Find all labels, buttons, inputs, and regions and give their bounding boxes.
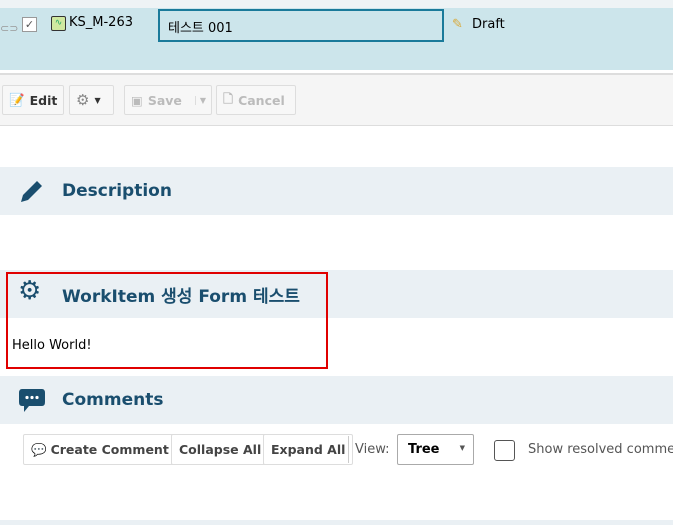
link-icon[interactable]: ⊂⊃ — [0, 22, 18, 35]
show-resolved-label[interactable]: Show resolved comments — [528, 442, 673, 457]
save-label: Save — [147, 92, 182, 108]
settings-menu-button[interactable]: ⚙ ▼ — [69, 85, 114, 115]
select-checkbox[interactable]: ✓ — [22, 17, 37, 32]
bottom-section-edge — [0, 520, 673, 525]
workitem-id[interactable]: KS_M-263 — [69, 15, 133, 30]
edit-label: Edit — [29, 92, 58, 108]
comment-icon — [19, 389, 45, 412]
workitem-type-icon: ∿ — [51, 16, 66, 31]
workitem-header-row: ⊂⊃ ✓ ∿ KS_M-263 테스트 001 ✎ Draft — [0, 8, 673, 70]
expand-all-label: Expand All — [271, 442, 346, 457]
description-section-header[interactable]: Description — [0, 167, 673, 215]
title-input[interactable]: 테스트 001 — [158, 9, 444, 42]
gear-icon: ⚙ — [76, 91, 90, 109]
create-comment-button[interactable]: 💬 Create Comment — [23, 434, 177, 465]
toolbar: 📝 Edit ⚙ ▼ ▣ Save ▼ 🗋 Cancel — [0, 73, 673, 126]
view-select-value: Tree — [408, 442, 440, 457]
view-select[interactable]: Tree ▼ — [397, 434, 474, 465]
highlight-box — [6, 272, 328, 369]
dropdown-arrow-icon: ▼ — [94, 95, 101, 105]
section-title: Description — [62, 181, 172, 201]
collapse-all-button[interactable]: Collapse All — [171, 434, 270, 465]
add-comment-icon: 💬 — [31, 441, 47, 457]
save-button[interactable]: ▣ Save ▼ — [124, 85, 212, 115]
chevron-down-icon: ▼ — [459, 444, 465, 452]
cancel-icon: 🗋 — [223, 90, 234, 106]
pencil-icon — [21, 181, 42, 202]
edit-icon: 📝 — [9, 92, 25, 107]
view-label: View: — [355, 442, 390, 457]
divider — [348, 436, 349, 463]
pencil-icon: ✎ — [452, 17, 463, 32]
top-strip — [0, 0, 673, 8]
cancel-button[interactable]: 🗋 Cancel — [216, 85, 296, 115]
save-dropdown-icon[interactable]: ▼ — [194, 95, 206, 105]
collapse-all-label: Collapse All — [179, 442, 262, 457]
comments-section-header[interactable]: Comments — [0, 376, 673, 424]
section-title: Comments — [62, 390, 164, 410]
title-input-value: 테스트 001 — [168, 21, 233, 36]
status-value[interactable]: Draft — [472, 17, 505, 32]
cancel-label: Cancel — [238, 92, 285, 108]
expand-all-button[interactable]: Expand All — [263, 434, 354, 465]
save-icon: ▣ — [131, 92, 143, 108]
edit-button[interactable]: 📝 Edit — [2, 85, 65, 115]
show-resolved-checkbox[interactable] — [494, 440, 515, 461]
create-comment-label: Create Comment — [50, 442, 169, 457]
